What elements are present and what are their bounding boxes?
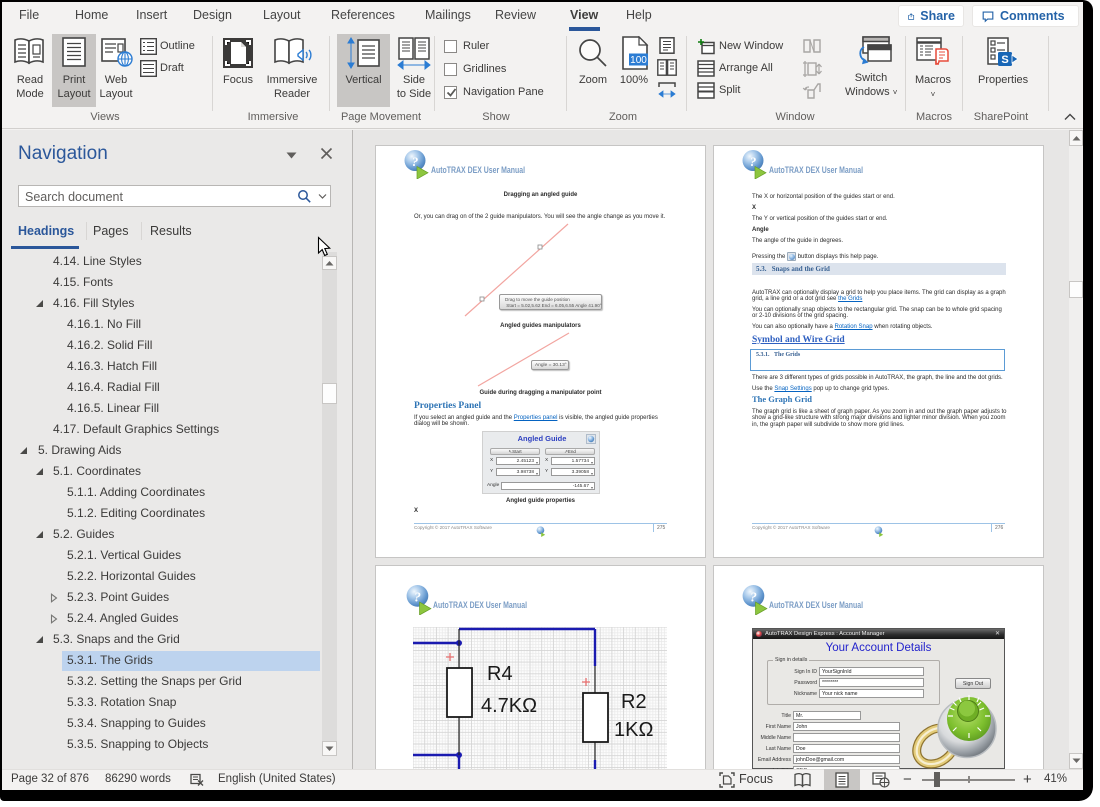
svg-text:S: S xyxy=(1001,54,1008,66)
svg-text:100: 100 xyxy=(630,55,647,66)
